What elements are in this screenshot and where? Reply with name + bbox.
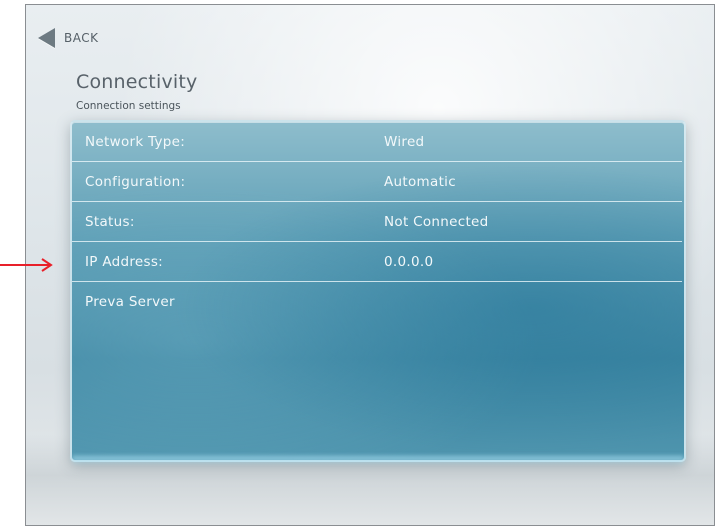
page-title: Connectivity: [76, 71, 198, 93]
setting-value: Wired: [384, 134, 425, 150]
settings-panel: Network Type: Wired Configuration: Autom…: [70, 120, 686, 466]
setting-label: Network Type:: [85, 134, 186, 150]
setting-row-configuration[interactable]: Configuration: Automatic: [72, 162, 682, 202]
back-button[interactable]: BACK: [38, 25, 98, 51]
setting-row-ip-address[interactable]: IP Address: 0.0.0.0: [72, 242, 682, 282]
back-label: BACK: [64, 31, 99, 45]
setting-value: Automatic: [384, 174, 456, 190]
setting-row-network-type[interactable]: Network Type: Wired: [72, 122, 682, 162]
setting-row-status[interactable]: Status: Not Connected: [72, 202, 682, 242]
panel-glow: [72, 456, 684, 466]
back-arrow-icon: [38, 28, 55, 48]
setting-label: Status:: [85, 214, 135, 230]
page-subtitle: Connection settings: [76, 100, 181, 112]
setting-value: Not Connected: [384, 214, 489, 230]
setting-label: Preva Server: [85, 294, 175, 310]
red-pointer-arrow-icon: [0, 258, 53, 272]
connectivity-screen: BACK Connectivity Connection settings Ne…: [25, 4, 715, 526]
setting-label: Configuration:: [85, 174, 186, 190]
setting-row-preva-server[interactable]: Preva Server: [72, 282, 682, 322]
setting-label: IP Address:: [85, 254, 164, 270]
setting-value: 0.0.0.0: [384, 254, 434, 270]
